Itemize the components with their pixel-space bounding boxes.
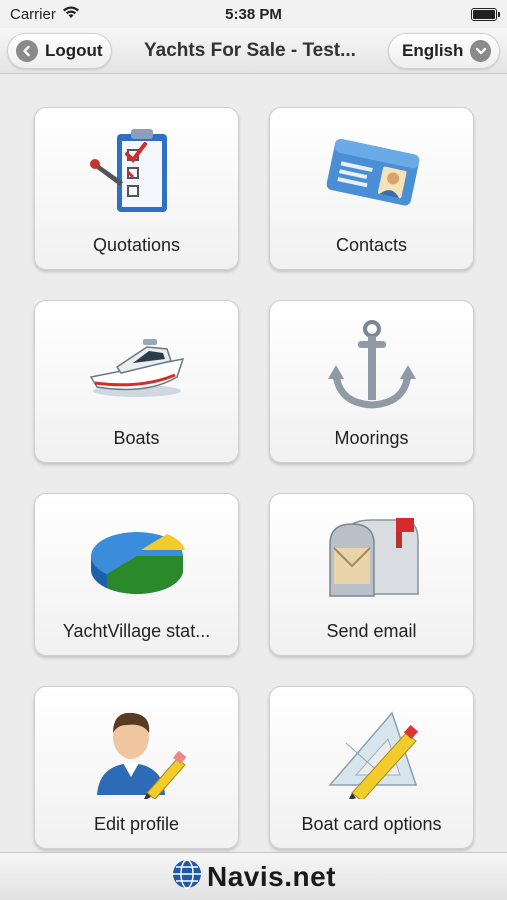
tile-label: Boats	[113, 428, 160, 448]
tile-boats[interactable]: Boats	[34, 300, 239, 463]
tile-label: Quotations	[92, 235, 181, 255]
footer: Navis.net	[0, 852, 507, 900]
tile-label: Contacts	[335, 235, 408, 255]
user-pencil-icon	[82, 701, 192, 801]
language-label: English	[402, 40, 464, 60]
footer-logo-text: Navis.net	[207, 860, 336, 892]
tile-quotations[interactable]: Quotations	[34, 107, 239, 270]
tile-label: Moorings	[334, 428, 409, 448]
tile-send-email[interactable]: Send email	[269, 493, 474, 656]
battery-icon	[471, 7, 500, 21]
language-selector[interactable]: English	[388, 32, 500, 69]
motor-yacht-icon	[82, 315, 192, 415]
back-arrow-icon	[16, 39, 38, 62]
status-bar: Carrier 5:38 PM	[0, 0, 507, 28]
mailbox-icon	[317, 508, 427, 608]
logout-label: Logout	[45, 40, 103, 60]
tile-label: YachtVillage stat...	[62, 621, 211, 641]
tile-yachtvillage-statistics[interactable]: YachtVillage stat...	[34, 493, 239, 656]
set-square-pencil-icon	[317, 701, 427, 801]
menu-grid: Quotations Contacts Boats Moorings Yacht…	[34, 107, 474, 849]
chevron-down-icon	[470, 39, 491, 62]
tile-label: Edit profile	[93, 814, 180, 834]
tile-label: Boat card options	[301, 814, 442, 834]
tile-edit-profile[interactable]: Edit profile	[34, 686, 239, 849]
pie-chart-icon	[82, 508, 192, 608]
identity-card-icon	[317, 122, 427, 222]
tile-boat-card-options[interactable]: Boat card options	[269, 686, 474, 849]
tile-contacts[interactable]: Contacts	[269, 107, 474, 270]
navigation-bar: Logout Yachts For Sale - Test... English	[0, 28, 507, 74]
logout-button[interactable]: Logout	[7, 32, 112, 69]
tile-label: Send email	[326, 621, 417, 641]
tile-moorings[interactable]: Moorings	[269, 300, 474, 463]
clipboard-checklist-icon	[82, 122, 192, 222]
anchor-icon	[317, 315, 427, 415]
clock: 5:38 PM	[225, 5, 282, 23]
globe-logo-icon	[171, 858, 203, 895]
page-title: Yachts For Sale - Test...	[144, 39, 356, 61]
